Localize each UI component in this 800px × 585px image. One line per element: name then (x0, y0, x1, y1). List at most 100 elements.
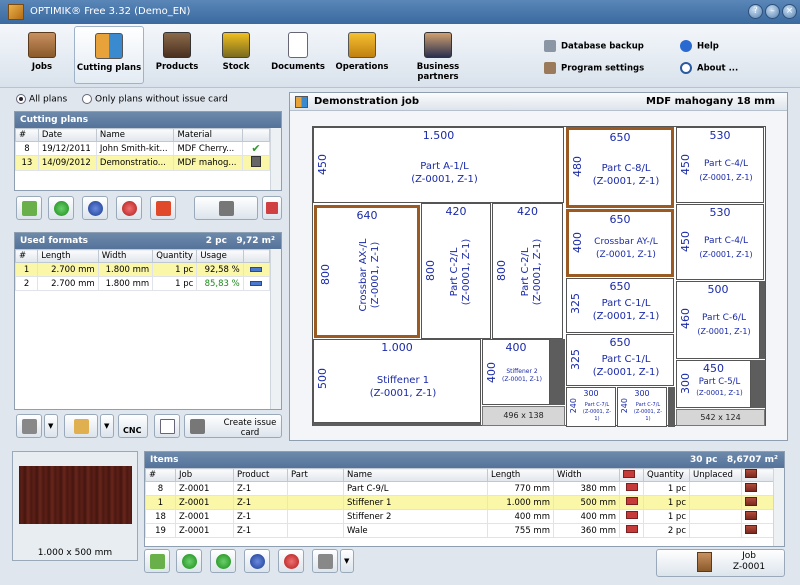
help-window-icon[interactable]: ? (748, 4, 763, 19)
part-c-1b[interactable]: 650 325 Part C-1/L (Z-0001, Z-1) (566, 334, 674, 386)
all-plans-radio[interactable]: All plans (16, 94, 67, 105)
part-c-1a[interactable]: 650 325 Part C-1/L (Z-0001, Z-1) (566, 278, 674, 333)
col-num[interactable]: # (14, 249, 39, 263)
radio-selected-icon (16, 94, 26, 104)
table-row[interactable]: 1 Z-0001 Z-1 Stiffener 1 1.000 mm 500 mm… (145, 495, 774, 510)
col-usage[interactable]: Usage (196, 249, 244, 263)
plan-material: MDF mahogany 18 mm (646, 96, 775, 107)
add-button[interactable] (48, 196, 74, 220)
part-c-2a[interactable]: 420 800 Part C-2/L (Z-0001, Z-1) (421, 203, 491, 339)
col-num[interactable]: # (145, 468, 176, 482)
products-button[interactable]: Products (150, 26, 204, 84)
col-material[interactable] (741, 468, 774, 482)
col-quantity[interactable]: Quantity (643, 468, 690, 482)
printer-icon (22, 419, 37, 434)
only-without-issue-radio[interactable]: Only plans without issue card (82, 94, 228, 105)
table-row[interactable]: 8 19/12/2011 John Smith-kit... MDF Cherr… (15, 141, 271, 156)
part-a-1[interactable]: 1.500 450 Part A-1/L (Z-0001, Z-1) (313, 127, 564, 203)
col-name[interactable]: Name (343, 468, 488, 482)
col-part[interactable]: Part (287, 468, 344, 482)
cutting-plans-button[interactable]: Cutting plans (74, 26, 144, 84)
new-plan-button[interactable] (16, 196, 42, 220)
add-multiple-button[interactable] (210, 549, 236, 573)
table-row[interactable]: 13 14/09/2012 Demonstratio... MDF mahog.… (15, 155, 271, 171)
cancel-button[interactable] (262, 196, 282, 220)
database-backup-button[interactable]: Database backup (544, 40, 644, 52)
cell-name: Demonstratio... (95, 155, 175, 171)
operations-button[interactable]: Operations (334, 26, 390, 84)
part-width: 530 (709, 129, 731, 142)
part-c-4b[interactable]: 530 450 Part C-4/L (Z-0001, Z-1) (676, 204, 764, 280)
col-unplaced[interactable]: Unplaced (689, 468, 742, 482)
table-row[interactable]: 8 Z-0001 Z-1 Part C-9/L 770 mm 380 mm 1 … (145, 481, 774, 496)
business-partners-button[interactable]: Business partners (398, 26, 478, 84)
col-quantity[interactable]: Quantity (152, 249, 198, 263)
part-label: Part C-5/L (Z-0001, Z-1) (691, 377, 748, 399)
export-button[interactable] (64, 414, 98, 438)
help-button[interactable]: Help (680, 40, 719, 52)
minimize-icon[interactable]: – (765, 4, 780, 19)
close-icon[interactable]: × (782, 4, 797, 19)
offcut-1[interactable]: 496 x 138 (482, 406, 565, 426)
offcut-2[interactable]: 542 x 124 (676, 409, 765, 426)
issue-doc-button[interactable] (154, 414, 180, 438)
col-width[interactable]: Width (97, 249, 154, 263)
about-button[interactable]: About ... (680, 62, 738, 74)
print-items-button[interactable] (312, 549, 338, 573)
part-c-6[interactable]: 500 460 Part C-6/L (Z-0001, Z-1) (676, 281, 760, 359)
delete-item-button[interactable] (278, 549, 304, 573)
part-crossbar-ax[interactable]: 640 800 Crossbar AX-/L (Z-0001, Z-1) (314, 205, 420, 338)
new-item-button[interactable] (144, 549, 170, 573)
edge-icon (619, 509, 644, 524)
col-name[interactable]: Name (95, 128, 175, 142)
part-c-4[interactable]: 530 450 Part C-4/L (Z-0001, Z-1) (676, 127, 764, 203)
table-row[interactable]: 18 Z-0001 Z-1 Stiffener 2 400 mm 400 mm … (145, 509, 774, 524)
used-formats-scrollbar[interactable] (270, 249, 281, 409)
col-product[interactable]: Product (233, 468, 288, 482)
col-width[interactable]: Width (553, 468, 620, 482)
print-items-dropdown[interactable]: ▼ (340, 549, 354, 573)
cell-date: 14/09/2012 (37, 155, 97, 171)
col-length[interactable]: Length (487, 468, 554, 482)
table-row[interactable]: 1 2.700 mm 1.800 mm 1 pc 92,58 % (14, 262, 271, 277)
part-crossbar-ay[interactable]: 650 400 Crossbar AY-/L (Z-0001, Z-1) (566, 209, 674, 277)
program-settings-button[interactable]: Program settings (544, 62, 644, 74)
items-scrollbar[interactable] (773, 468, 784, 546)
print-dropdown[interactable]: ▼ (44, 414, 58, 438)
part-c-8[interactable]: 650 480 Part C-8/L (Z-0001, Z-1) (566, 127, 674, 208)
add-item-button[interactable] (176, 549, 202, 573)
cell-usage: 92,58 % (196, 262, 244, 277)
table-row[interactable]: 19 Z-0001 Z-1 Wale 755 mm 360 mm 2 pc (145, 523, 774, 538)
create-issue-card-button[interactable]: Create issue card (184, 414, 282, 438)
part-c-5[interactable]: 450 300 Part C-5/L (Z-0001, Z-1) (676, 360, 751, 408)
part-c-2b[interactable]: 420 800 Part C-2/L (Z-0001, Z-1) (492, 203, 563, 339)
stock-button[interactable]: Stock (210, 26, 262, 84)
col-job[interactable]: Job (175, 468, 234, 482)
cnc-button[interactable]: CNC (118, 414, 148, 438)
print-button[interactable] (16, 414, 42, 438)
col-edge[interactable] (619, 468, 644, 482)
col-date[interactable]: Date (37, 128, 97, 142)
col-length[interactable]: Length (37, 249, 99, 263)
job-button-label: Job (742, 551, 756, 561)
col-num[interactable]: # (15, 128, 39, 142)
calculate-button[interactable] (194, 196, 258, 220)
part-stiffener-2[interactable]: 400 400 Stiffener 2 (Z-0001, Z-1) (482, 339, 550, 405)
export-dropdown[interactable]: ▼ (100, 414, 114, 438)
part-c-7b[interactable]: 300 240 Part C-7/L (Z-0001, Z-1) (617, 387, 667, 427)
table-row[interactable]: 2 2.700 mm 1.800 mm 1 pc 85,83 % (14, 276, 271, 291)
import-button[interactable] (150, 196, 176, 220)
cutting-plans-scrollbar[interactable] (270, 128, 281, 190)
part-stiffener-1[interactable]: 1.000 500 Stiffener 1 (Z-0001, Z-1) (313, 339, 481, 423)
delete-button[interactable] (116, 196, 142, 220)
refresh-button[interactable] (82, 196, 108, 220)
jobs-button[interactable]: Jobs (14, 26, 70, 84)
job-button[interactable]: Job Z-0001 (656, 549, 785, 577)
documents-button[interactable]: Documents (270, 26, 326, 84)
col-material[interactable]: Material (173, 128, 243, 142)
part-c-7a[interactable]: 300 240 Part C-7/L (Z-0001, Z-1) (566, 387, 616, 427)
sheet-layout[interactable]: 1.500 450 Part A-1/L (Z-0001, Z-1) 650 48… (312, 126, 766, 427)
document-icon (288, 32, 308, 58)
refresh-items-button[interactable] (244, 549, 270, 573)
operations-label: Operations (335, 62, 389, 72)
